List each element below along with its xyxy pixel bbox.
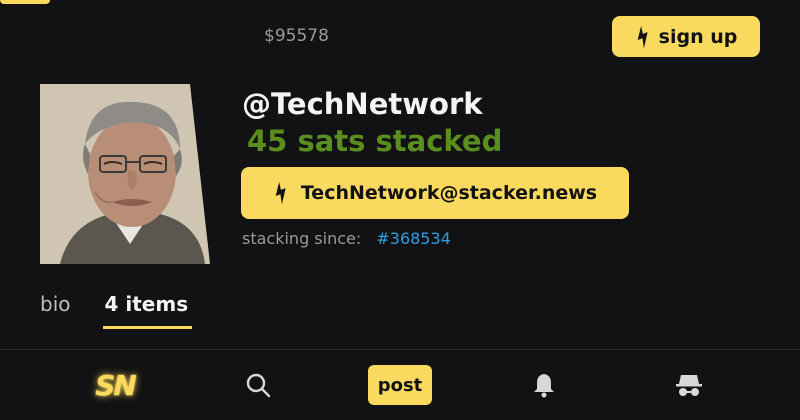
search-icon[interactable] [240, 365, 276, 405]
logo-text: SN [95, 368, 137, 402]
lightning-icon [635, 25, 651, 48]
lightning-address-button[interactable]: TechNetwork@stacker.news [241, 167, 629, 219]
tab-bio[interactable]: bio [40, 292, 71, 329]
stacking-since-label: stacking since: [242, 229, 362, 248]
lightning-icon [273, 182, 289, 204]
bell-icon[interactable] [528, 365, 560, 405]
avatar-image [40, 84, 220, 264]
stacking-since: stacking since: #368534 [242, 229, 451, 248]
incognito-icon[interactable] [672, 365, 706, 405]
post-nav-item: post [368, 365, 432, 405]
sats-stacked: 45 sats stacked [247, 124, 503, 158]
btc-price[interactable]: $95578 [264, 26, 329, 46]
profile-username: @TechNetwork [242, 87, 483, 121]
top-accent-tab [0, 0, 50, 4]
tab-items[interactable]: 4 items [102, 292, 193, 329]
sign-up-label: sign up [658, 25, 738, 48]
post-button[interactable]: post [368, 365, 432, 405]
bottom-nav: SN post [0, 350, 800, 420]
avatar [40, 84, 220, 264]
lightning-address-label: TechNetwork@stacker.news [300, 182, 598, 204]
sign-up-button[interactable]: sign up [612, 16, 760, 57]
home-logo-icon[interactable]: SN [90, 365, 140, 405]
stacking-since-link[interactable]: #368534 [376, 229, 450, 248]
profile-tabs: bio 4 items [40, 292, 193, 329]
